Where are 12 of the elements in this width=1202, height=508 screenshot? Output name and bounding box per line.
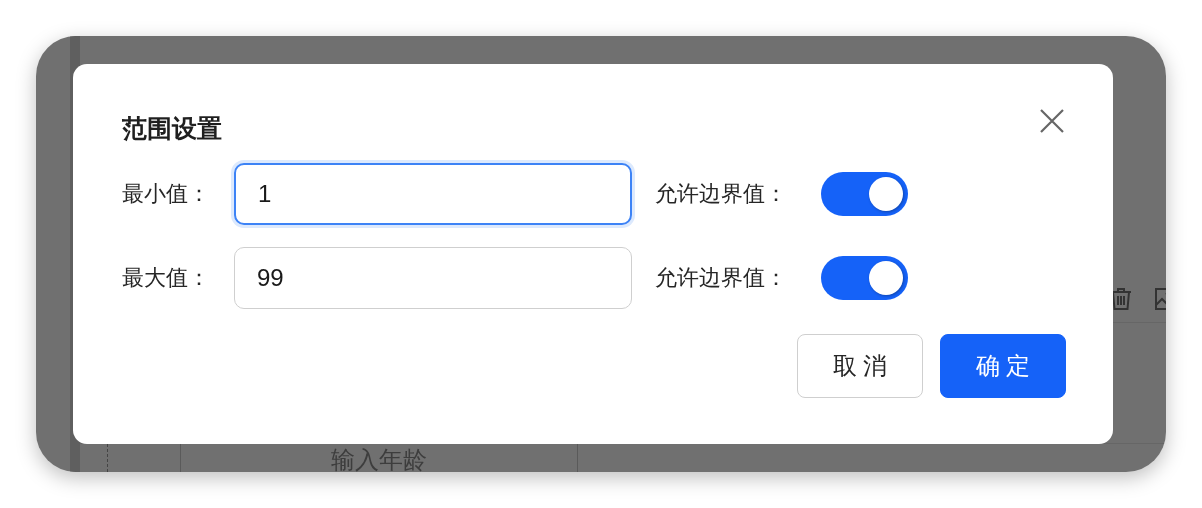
input-field[interactable]: 99 — [234, 247, 632, 309]
toggle-label: 允许边界值： — [655, 180, 788, 208]
field-label: 最小值： — [122, 180, 211, 208]
confirm-button[interactable]: 确 定 — [940, 334, 1066, 398]
field-label: 最大值： — [122, 264, 211, 292]
toggle-switch[interactable] — [821, 172, 908, 216]
dialog-title: 范围设置 — [122, 113, 222, 144]
input-field[interactable]: 1 — [234, 163, 632, 225]
toggle-switch[interactable] — [821, 256, 908, 300]
cancel-button[interactable]: 取 消 — [797, 334, 923, 398]
close-icon[interactable] — [1039, 108, 1065, 134]
toggle-label: 允许边界值： — [655, 264, 788, 292]
